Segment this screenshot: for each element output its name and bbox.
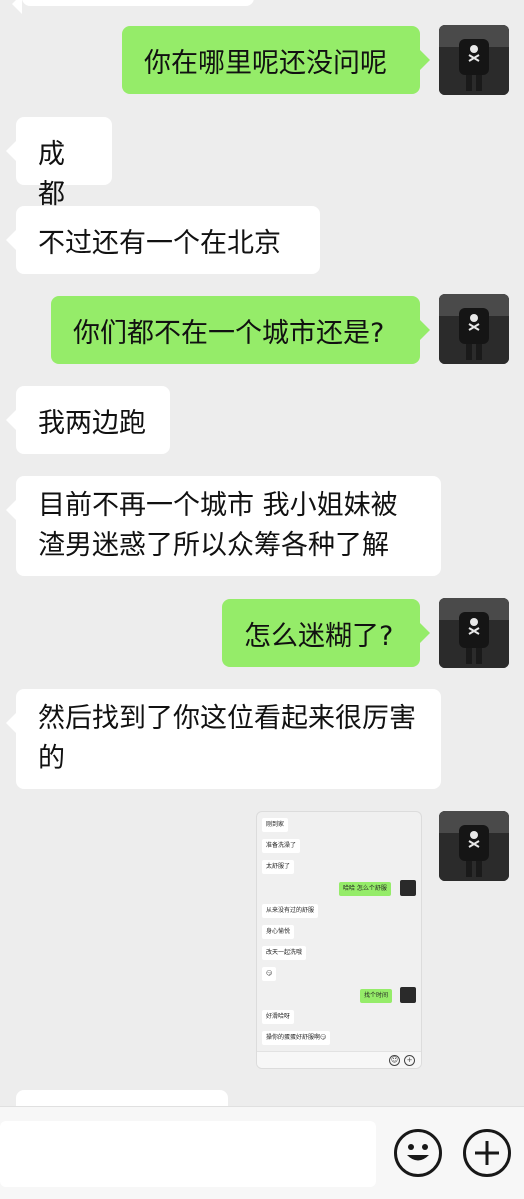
- mini-message: 准备洗澡了: [262, 839, 301, 853]
- message-bubble[interactable]: 我两边跑: [6, 386, 170, 454]
- plus-circle-icon[interactable]: [463, 1129, 511, 1177]
- avatar-image: [439, 25, 509, 95]
- image-message[interactable]: 刚到家 准备洗澡了 太舒服了 哈哈 怎么个舒服 从来没有过的舒服 身心愉悦 改天…: [256, 811, 422, 1069]
- message-bubble[interactable]: 不过还有一个在北京: [6, 206, 320, 274]
- mini-avatar: [400, 987, 416, 1003]
- mini-message: 从来没有过的舒服: [262, 904, 319, 918]
- avatar[interactable]: [439, 25, 509, 95]
- avatar[interactable]: [439, 294, 509, 364]
- avatar-image: [439, 294, 509, 364]
- plus-glyph: [475, 1141, 499, 1165]
- mini-message: 😏: [262, 967, 277, 981]
- mini-input-bar: ☺ +: [257, 1051, 421, 1068]
- message-bubble[interactable]: 成都: [6, 117, 112, 210]
- mini-message: 操你的蛋蛋好舒服啊😏: [262, 1031, 331, 1045]
- mini-avatar: [400, 880, 416, 896]
- mini-message: 找个时间: [360, 989, 393, 1003]
- smiley-face-icon[interactable]: [394, 1129, 442, 1177]
- avatar[interactable]: [439, 811, 509, 881]
- mini-message: 哈哈 怎么个舒服: [339, 882, 391, 896]
- avatar[interactable]: [439, 598, 509, 668]
- avatar-image: [439, 811, 509, 881]
- mini-message: 身心愉悦: [262, 925, 295, 939]
- mini-message: 改天一起洗哦: [262, 946, 307, 960]
- mini-message: 太舒服了: [262, 860, 295, 874]
- message-bubble[interactable]: 怎么迷糊了?: [222, 599, 430, 667]
- message-input[interactable]: [0, 1121, 376, 1187]
- smiley-face-glyph: [407, 1144, 429, 1161]
- chat-window: 你在哪里呢还没问呢 成都 不过还有一个在北京 你们都不在一个城市还是? 我两边跑: [0, 0, 524, 1199]
- mini-message: 好滑哈呀: [262, 1010, 295, 1024]
- mini-message: 刚到家: [262, 818, 289, 832]
- avatar-image: [439, 598, 509, 668]
- message-bubble-partial: [12, 0, 254, 14]
- message-bubble[interactable]: 你们都不在一个城市还是?: [51, 296, 430, 364]
- mini-smiley-icon: ☺: [389, 1055, 400, 1066]
- mini-plus-icon: +: [404, 1055, 415, 1066]
- message-bubble[interactable]: 然后找到了你这位看起来很厉害的: [6, 689, 441, 789]
- input-bar: [0, 1106, 524, 1199]
- message-bubble[interactable]: 目前不再一个城市 我小姐妹被渣男迷惑了所以众筹各种了解: [6, 476, 441, 576]
- message-bubble[interactable]: 你在哪里呢还没问呢: [122, 26, 430, 94]
